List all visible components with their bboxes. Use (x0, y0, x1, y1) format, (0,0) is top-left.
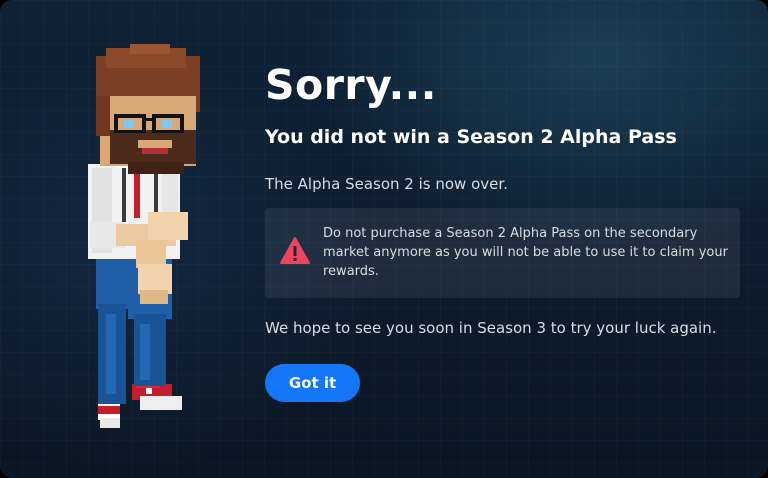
dialog-title: Sorry... (265, 61, 437, 109)
dialog-subtitle: You did not win a Season 2 Alpha Pass (265, 126, 677, 148)
voxel-character-illustration (88, 44, 200, 428)
warning-text: Do not purchase a Season 2 Alpha Pass on… (323, 226, 728, 279)
warning-box: Do not purchase a Season 2 Alpha Pass on… (265, 208, 740, 298)
got-it-button[interactable]: Got it (265, 364, 360, 402)
closing-text: We hope to see you soon in Season 3 to t… (265, 319, 717, 337)
head (96, 44, 200, 174)
dialog-content: Sorry... You did not win a Season 2 Alph… (265, 60, 745, 402)
status-text: The Alpha Season 2 is now over. (265, 175, 508, 193)
result-dialog: Sorry... You did not win a Season 2 Alph… (0, 0, 768, 478)
warning-triangle-icon (280, 237, 310, 264)
